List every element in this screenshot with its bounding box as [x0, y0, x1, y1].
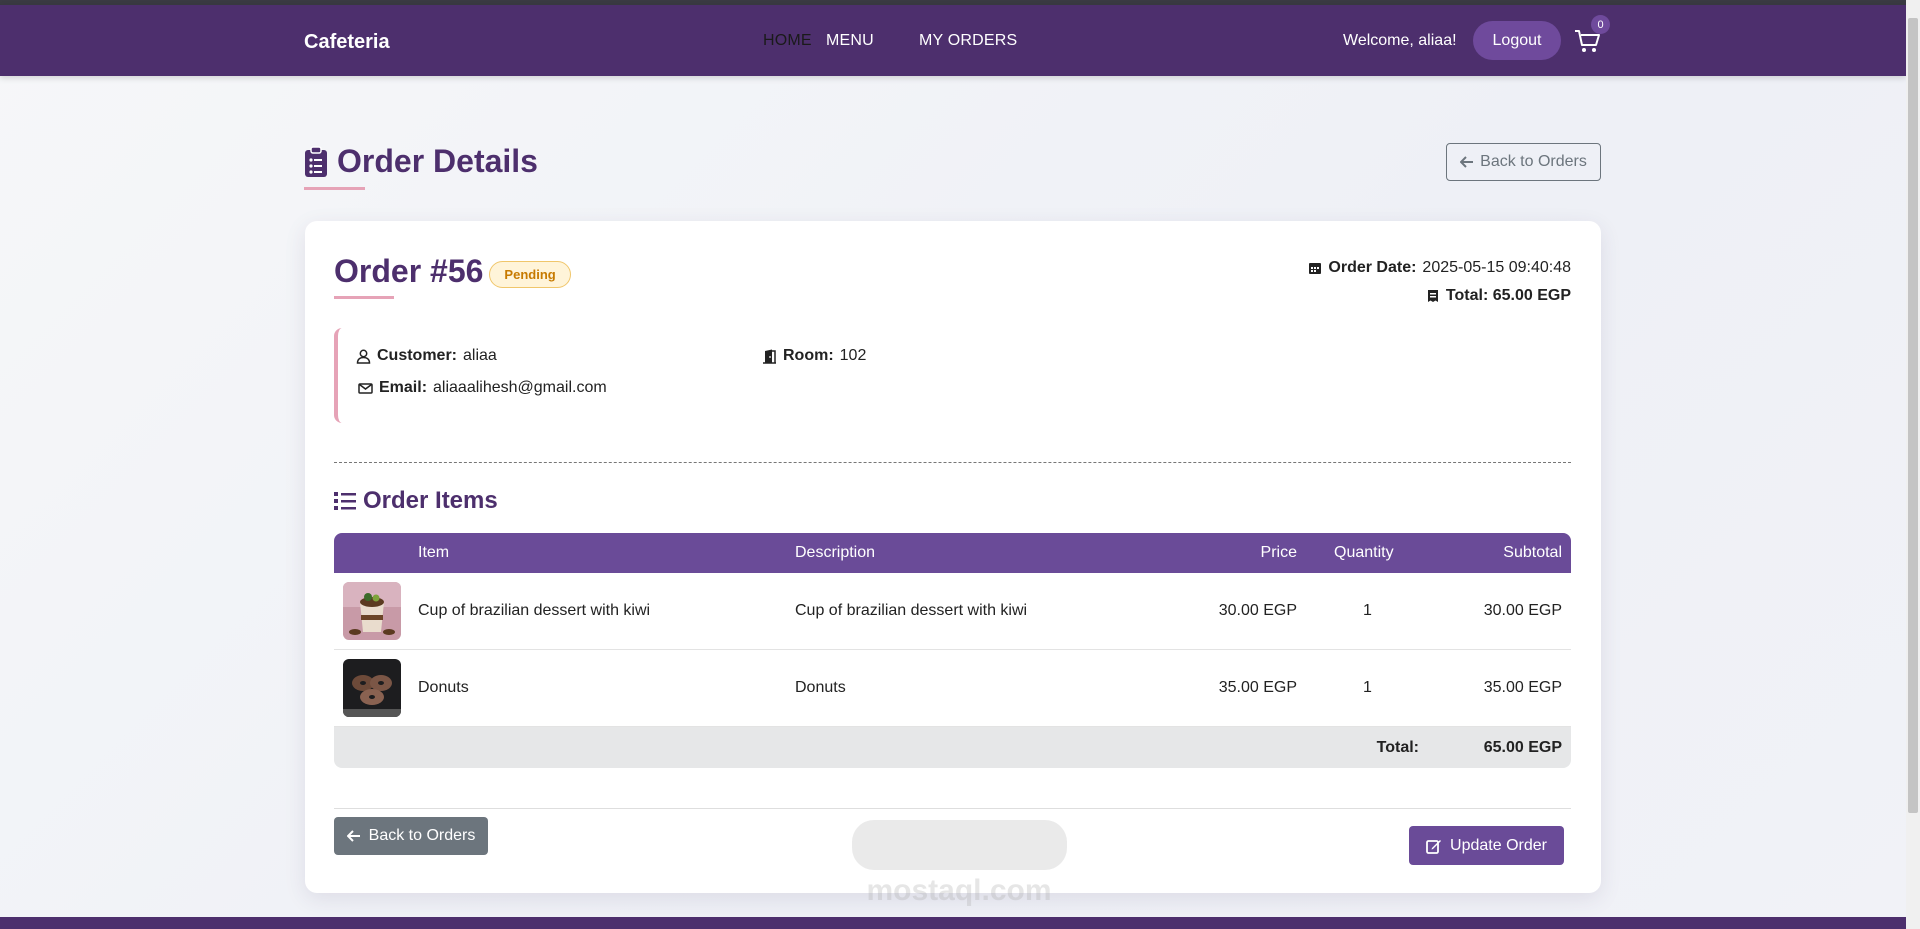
table-total-row: Total: 65.00 EGP: [334, 727, 1571, 768]
update-order-button[interactable]: Update Order: [1409, 826, 1564, 865]
item-name: Cup of brazilian dessert with kiwi: [418, 602, 651, 619]
clipboard-list-icon: [305, 145, 327, 177]
item-name: Donuts: [418, 679, 469, 696]
column-header-price: Price: [1260, 544, 1297, 561]
customer-info: Customer: aliaa: [356, 347, 497, 365]
logout-button[interactable]: Logout: [1473, 21, 1561, 60]
order-heading: Order #56 Pending: [334, 253, 571, 290]
order-total: Total: 65.00 EGP: [1445, 287, 1571, 304]
column-header-item: Item: [418, 544, 450, 561]
scrollbar[interactable]: [1906, 0, 1920, 929]
arrow-left-icon: [1460, 156, 1474, 168]
email-info: Email: aliaaalihesh@gmail.com: [358, 379, 607, 397]
room-info: Room: 102: [762, 347, 866, 365]
item-description: Donuts: [795, 679, 846, 696]
order-items-title: Order Items: [363, 487, 498, 514]
order-meta: Order Date: 2025-05-15 09:40:48 Total: 6…: [1308, 254, 1571, 310]
room-label: Room:: [783, 347, 834, 364]
order-underline: [334, 296, 394, 299]
item-subtotal: 35.00 EGP: [1483, 679, 1562, 696]
edit-icon: [1426, 839, 1442, 854]
navbar: Cafeteria HOME MENU MY ORDERS Welcome, a…: [0, 5, 1906, 76]
nav-link-menu[interactable]: MENU: [826, 32, 874, 50]
table-header: Item Description Price Quantity Subtotal: [334, 533, 1571, 573]
list-icon: [334, 492, 356, 510]
order-date-value: 2025-05-15 09:40:48: [1422, 259, 1571, 276]
title-underline: [304, 187, 365, 190]
receipt-icon: [1427, 290, 1438, 302]
room-value: 102: [839, 347, 867, 364]
cart-count-badge: 0: [1591, 15, 1610, 34]
order-items-table: Item Description Price Quantity Subtotal: [334, 533, 1571, 768]
table-row: Cup of brazilian dessert with kiwi Cup o…: [334, 573, 1571, 650]
footer-bar: [0, 917, 1906, 929]
back-to-orders-top-button[interactable]: Back to Orders: [1446, 143, 1601, 181]
order-number: Order #56: [334, 253, 484, 289]
back-to-orders-top-label: Back to Orders: [1480, 153, 1587, 170]
arrow-left-icon: [346, 830, 360, 842]
email-label: Email:: [379, 379, 428, 396]
status-badge: Pending: [489, 261, 571, 288]
page-title-text: Order Details: [337, 143, 538, 179]
table-row: Donuts Donuts 35.00 EGP 1 35.00 EGP: [334, 650, 1571, 727]
scrollbar-thumb[interactable]: [1908, 18, 1918, 813]
item-price: 30.00 EGP: [1218, 602, 1297, 619]
user-icon: [356, 349, 371, 364]
page-title: Order Details: [304, 143, 538, 180]
back-to-orders-button[interactable]: Back to Orders: [334, 817, 488, 855]
item-subtotal: 30.00 EGP: [1483, 602, 1562, 619]
customer-value: aliaa: [463, 347, 497, 364]
item-image-donuts: [343, 659, 401, 717]
calendar-icon: [1309, 263, 1322, 274]
column-header-quantity: Quantity: [1334, 544, 1394, 561]
column-header-description: Description: [795, 544, 876, 561]
item-description: Cup of brazilian dessert with kiwi: [795, 602, 1028, 619]
door-icon: [763, 349, 776, 364]
order-date-label: Order Date:: [1328, 259, 1417, 276]
update-order-label: Update Order: [1450, 836, 1547, 854]
order-items-heading: Order Items: [334, 487, 498, 515]
customer-info-box: Customer: aliaa Email: aliaaalihesh@gmai…: [334, 328, 1034, 423]
watermark-logo: mostaql.com: [852, 820, 1067, 907]
svg-text:mostaql.com: mostaql.com: [866, 874, 1051, 907]
welcome-text: Welcome, aliaa!: [1343, 32, 1457, 49]
email-value: aliaaalihesh@gmail.com: [433, 379, 607, 396]
total-value: 65.00 EGP: [1483, 738, 1562, 756]
order-card: Order #56 Pending Order Date: 2025-05-15…: [305, 221, 1601, 893]
item-quantity: 1: [1363, 602, 1372, 619]
envelope-icon: [358, 382, 373, 394]
item-image-dessert: [343, 582, 401, 640]
nav-link-home[interactable]: HOME: [763, 32, 812, 50]
customer-label: Customer:: [377, 347, 458, 364]
brand-logo[interactable]: Cafeteria: [304, 31, 390, 54]
section-divider: [334, 462, 1571, 463]
column-header-subtotal: Subtotal: [1503, 544, 1562, 561]
item-quantity: 1: [1363, 679, 1372, 696]
nav-link-my-orders[interactable]: MY ORDERS: [919, 32, 1017, 50]
back-to-orders-label: Back to Orders: [368, 827, 476, 844]
total-label: Total:: [1376, 738, 1419, 756]
item-price: 35.00 EGP: [1218, 679, 1297, 696]
